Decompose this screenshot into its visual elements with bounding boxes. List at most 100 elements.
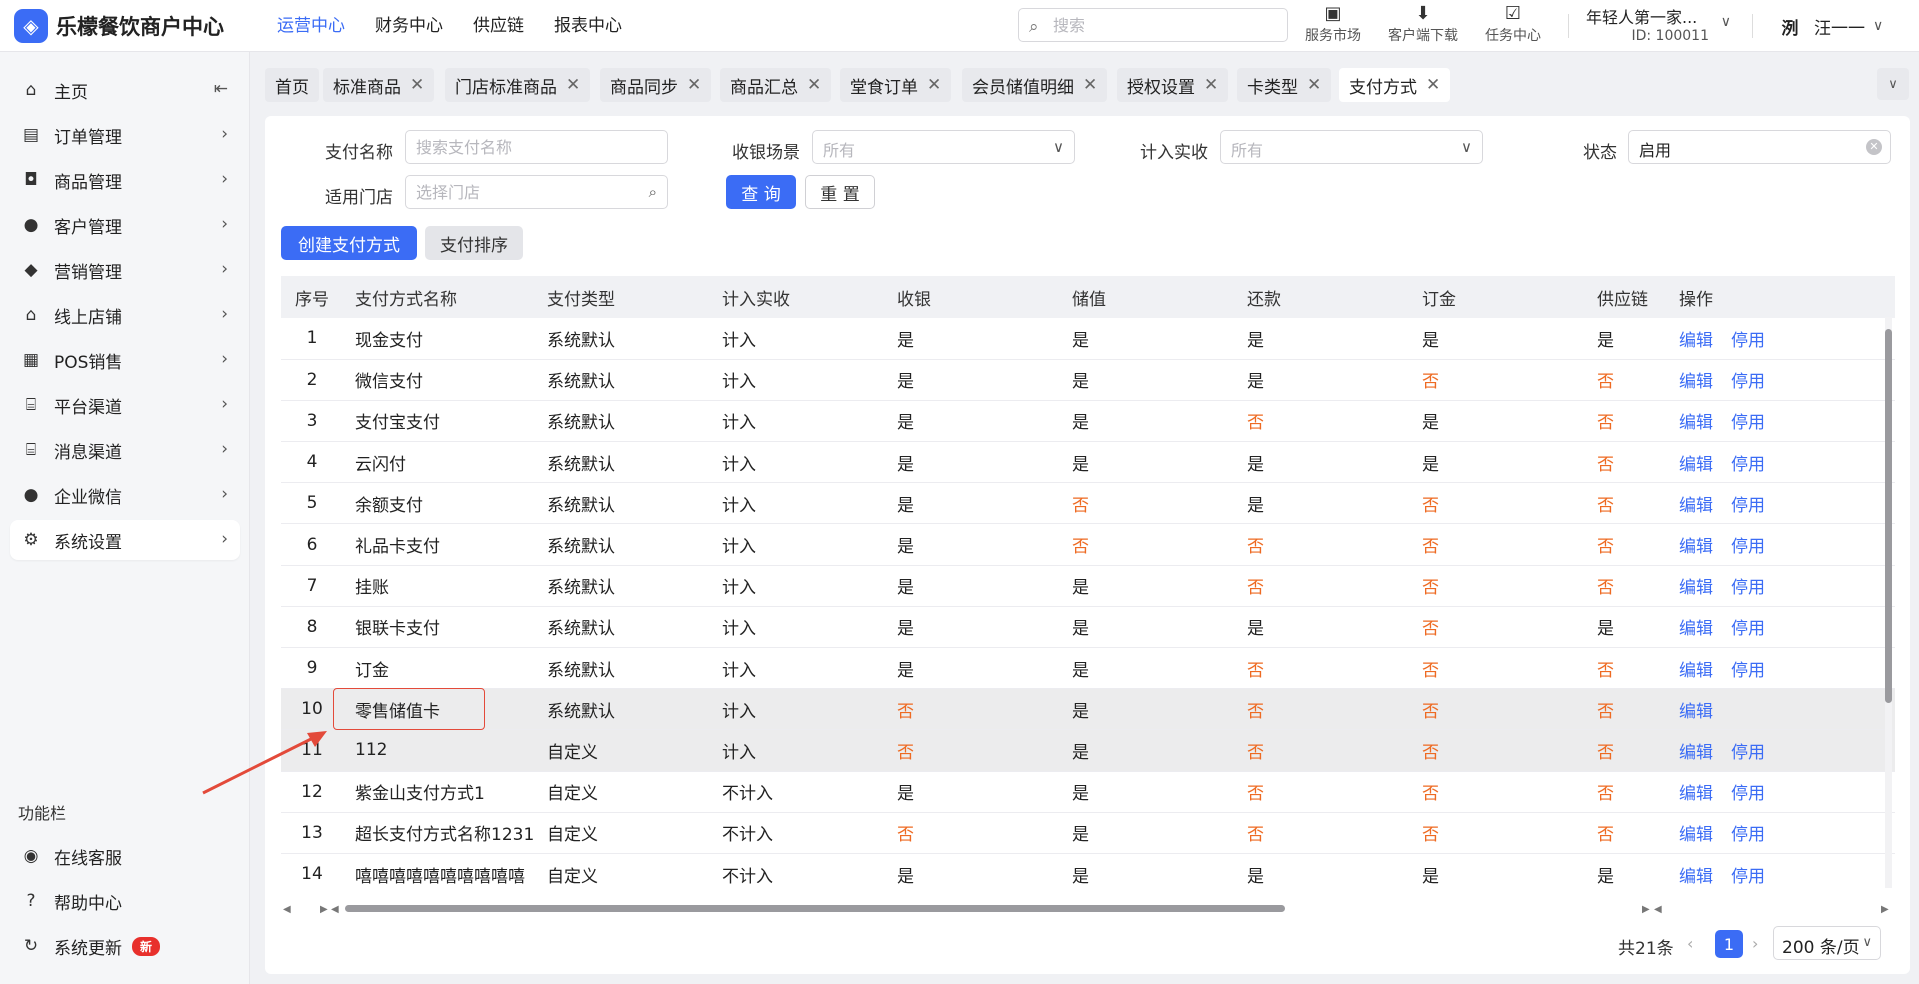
tab-home[interactable]: 首页 [265, 68, 319, 102]
client-download-button[interactable]: ⬇ 客户端下载 [1383, 3, 1463, 49]
tab-product-sync[interactable]: 商品同步 ✕ [600, 68, 712, 102]
scroll-left-icon[interactable]: ◀ [1654, 904, 1662, 915]
service-market-button[interactable]: ▣ 服务市场 [1293, 3, 1373, 49]
disable-link[interactable]: 停用 [1731, 455, 1765, 475]
table-row[interactable]: 6 礼品卡支付 系统默认 计入是否否否否编辑 停用 [281, 523, 1895, 566]
table-row[interactable]: 8 银联卡支付 系统默认 计入是是是否是编辑 停用 [281, 606, 1895, 649]
tab-product-summary[interactable]: 商品汇总 ✕ [720, 68, 832, 102]
sidebar-item-customers[interactable]: ● 客户管理 › [10, 205, 240, 245]
store-field[interactable]: ⌕ [405, 175, 668, 209]
sidebar-item-wecom[interactable]: ● 企业微信 › [10, 475, 240, 515]
task-center-button[interactable]: ☑ 任务中心 [1473, 3, 1553, 49]
edit-link[interactable]: 编辑 [1679, 537, 1713, 557]
tab-standard-products[interactable]: 标准商品 ✕ [323, 68, 435, 102]
scroll-left-icon[interactable]: ◀ [283, 904, 291, 915]
table-row[interactable]: 11 112 自定义 计入否是否否否编辑 停用 [281, 729, 1895, 772]
scroll-right-icon[interactable]: ▶ [1642, 904, 1650, 915]
page-size-select[interactable]: 200 条/页 ∨ [1773, 926, 1881, 960]
reset-button[interactable]: 重 置 [805, 175, 875, 209]
tab-payment-methods[interactable]: 支付方式 ✕ [1339, 68, 1451, 102]
disable-link[interactable]: 停用 [1731, 413, 1765, 433]
disable-link[interactable]: 停用 [1731, 331, 1765, 351]
count-actual-select[interactable]: 所有 ∨ [1220, 130, 1483, 164]
search-input[interactable] [1053, 13, 1278, 37]
close-icon[interactable]: ✕ [687, 75, 701, 95]
sidebar-item-orders[interactable]: ▤ 订单管理 › [10, 115, 240, 155]
edit-link[interactable]: 编辑 [1679, 661, 1713, 681]
close-icon[interactable]: ✕ [566, 75, 580, 95]
query-button[interactable]: 查 询 [726, 175, 796, 209]
horizontal-scrollbar-thumb[interactable] [345, 905, 1285, 912]
disable-link[interactable]: 停用 [1731, 578, 1765, 598]
payment-sort-button[interactable]: 支付排序 [425, 226, 523, 260]
close-icon[interactable]: ✕ [410, 75, 424, 95]
page-number-current[interactable]: 1 [1715, 930, 1743, 958]
user-menu[interactable]: 洌 汪一一 ∨ [1774, 8, 1884, 44]
close-icon[interactable]: ✕ [1204, 75, 1218, 95]
sidebar-item-platform-channels[interactable]: ⌸ 平台渠道 › [10, 385, 240, 425]
table-row[interactable]: 4 云闪付 系统默认 计入是是是是否编辑 停用 [281, 441, 1895, 484]
topnav-operations[interactable]: 运营中心 [262, 0, 360, 52]
table-row[interactable]: 9 订金 系统默认 计入是是否否否编辑 停用 [281, 647, 1895, 690]
tab-store-standard-products[interactable]: 门店标准商品 ✕ [445, 68, 591, 102]
topnav-supply-chain[interactable]: 供应链 [458, 0, 539, 52]
edit-link[interactable]: 编辑 [1679, 372, 1713, 392]
edit-link[interactable]: 编辑 [1679, 743, 1713, 763]
edit-link[interactable]: 编辑 [1679, 578, 1713, 598]
sidebar-item-online-store[interactable]: ⌂ 线上店铺 › [10, 295, 240, 335]
sidebar-item-marketing[interactable]: ◆ 营销管理 › [10, 250, 240, 290]
tab-dine-in-orders[interactable]: 堂食订单 ✕ [840, 68, 952, 102]
disable-link[interactable]: 停用 [1731, 496, 1765, 516]
edit-link[interactable]: 编辑 [1679, 784, 1713, 804]
table-row[interactable]: 12 紫金山支付方式1 自定义 不计入是是否否否编辑 停用 [281, 771, 1895, 813]
sidebar-item-online-support[interactable]: ◉ 在线客服 [10, 836, 240, 876]
scrollbar-thumb[interactable] [1885, 329, 1892, 703]
disable-link[interactable]: 停用 [1731, 867, 1765, 887]
disable-link[interactable]: 停用 [1731, 372, 1765, 392]
edit-link[interactable]: 编辑 [1679, 331, 1713, 351]
edit-link[interactable]: 编辑 [1679, 496, 1713, 516]
table-vertical-scrollbar[interactable] [1881, 317, 1895, 888]
table-row[interactable]: 1 现金支付 系统默认 计入是是是是是编辑 停用 [281, 318, 1895, 360]
edit-link[interactable]: 编辑 [1679, 413, 1713, 433]
disable-link[interactable]: 停用 [1731, 743, 1765, 763]
close-icon[interactable]: ✕ [1083, 75, 1097, 95]
sidebar-item-message-channels[interactable]: ⌸ 消息渠道 › [10, 430, 240, 470]
scene-select[interactable]: 所有 ∨ [812, 130, 1075, 164]
scroll-right-icon[interactable]: ▶ [1881, 904, 1889, 915]
close-icon[interactable]: ✕ [927, 75, 941, 95]
edit-link[interactable]: 编辑 [1679, 825, 1713, 845]
pay-name-field[interactable] [405, 130, 668, 164]
edit-link[interactable]: 编辑 [1679, 455, 1713, 475]
collapse-sidebar-icon[interactable]: ⇤ [214, 79, 228, 99]
sidebar-item-home[interactable]: ⌂ 主页 ⇤ [10, 70, 240, 110]
tab-authorization[interactable]: 授权设置 ✕ [1117, 68, 1229, 102]
table-row[interactable]: 13 超长支付方式名称1231 自定义 不计入否是否否否编辑 停用 [281, 812, 1895, 854]
sidebar-item-pos-sales[interactable]: ▦ POS销售 › [10, 340, 240, 380]
table-row[interactable]: 14 嘻嘻嘻嘻嘻嘻嘻嘻嘻嘻 自定义 不计入是是是是是编辑 停用 [281, 853, 1895, 888]
close-icon[interactable]: ✕ [807, 75, 821, 95]
table-row[interactable]: 7 挂账 系统默认 计入是是否否否编辑 停用 [281, 565, 1895, 607]
disable-link[interactable]: 停用 [1731, 661, 1765, 681]
table-row[interactable]: 10 零售储值卡 系统默认 计入否是否否否编辑 [281, 688, 1895, 731]
shop-switcher[interactable]: 年轻人第一家... ID: 100011 ∨ [1586, 2, 1731, 50]
global-search[interactable]: ⌕ [1018, 8, 1288, 42]
sidebar-item-system-settings[interactable]: ⚙ 系统设置 › [10, 520, 240, 560]
sidebar-item-system-update[interactable]: ↻ 系统更新 新 [10, 926, 240, 966]
close-icon[interactable]: ✕ [1307, 75, 1321, 95]
app-logo[interactable]: ◈ 乐檬餐饮商户中心 [14, 8, 224, 44]
close-icon[interactable]: ✕ [1426, 75, 1440, 95]
topnav-finance[interactable]: 财务中心 [360, 0, 458, 52]
disable-link[interactable]: 停用 [1731, 784, 1765, 804]
edit-link[interactable]: 编辑 [1679, 702, 1713, 722]
tab-member-stored-value[interactable]: 会员储值明细 ✕ [962, 68, 1108, 102]
status-select[interactable]: 启用 ✕ [1628, 130, 1891, 164]
chevron-left-icon[interactable]: ‹ [1687, 934, 1693, 953]
disable-link[interactable]: 停用 [1731, 825, 1765, 845]
scroll-left-icon[interactable]: ◀ [331, 904, 339, 915]
disable-link[interactable]: 停用 [1731, 537, 1765, 557]
table-row[interactable]: 3 支付宝支付 系统默认 计入是是否是否编辑 停用 [281, 400, 1895, 443]
chevron-right-icon[interactable]: › [1752, 934, 1758, 953]
table-row[interactable]: 2 微信支付 系统默认 计入是是是否否编辑 停用 [281, 359, 1895, 401]
table-row[interactable]: 5 余额支付 系统默认 计入是否是否否编辑 停用 [281, 482, 1895, 525]
